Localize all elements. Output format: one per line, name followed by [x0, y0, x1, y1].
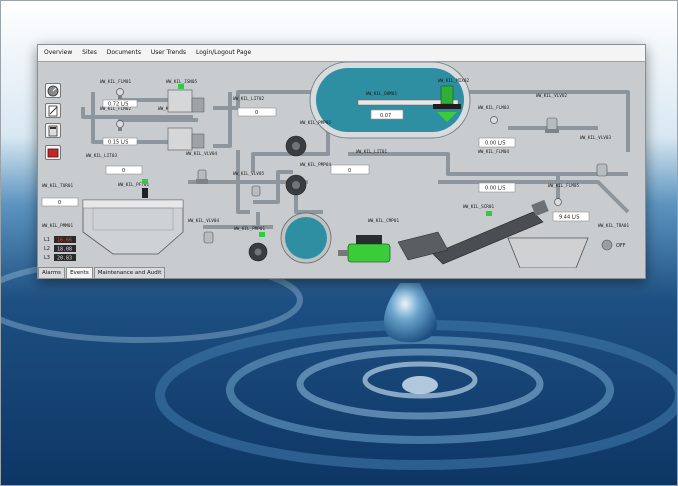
calculator-button[interactable] [45, 123, 61, 138]
menu-overview[interactable]: Overview [44, 49, 72, 56]
l3-label: L3 [44, 255, 50, 261]
lit01-value: 0 [348, 168, 351, 174]
l1-value: 16.66 [57, 238, 72, 244]
tag-flm05: WW_KIL_FLM05 [548, 183, 579, 189]
pump-pmp01[interactable] [248, 242, 268, 262]
pft01-sensor[interactable] [142, 188, 148, 198]
tag-lit01: WW_KIL_LIT01 [356, 149, 387, 155]
process-mimic: WW_KIL_FLM01 WW_KIL_ISN05 WW_KIL_LIT02 W… [41, 62, 630, 268]
pmp01-status-indicator [259, 232, 265, 237]
scada-window: Overview Sites Documents User Trends Log… [37, 44, 646, 279]
tag-pmp01: WW_KIL_PMP01 [234, 226, 265, 232]
gauge-button[interactable] [45, 83, 61, 98]
tag-scr01: WW_KIL_SCR01 [463, 204, 494, 210]
l1-label: L1 [44, 237, 50, 243]
valve-vlv04b[interactable] [203, 231, 214, 244]
transporter-toggle[interactable] [601, 239, 613, 251]
transporter-state: OFF [616, 243, 626, 249]
lit03-value: 0 [122, 168, 125, 174]
tag-lit02: WW_KIL_LIT02 [233, 96, 264, 102]
flowmeter-flm02[interactable] [116, 120, 124, 132]
tag-flm01: WW_KIL_FLM01 [100, 79, 131, 85]
tab-events[interactable]: Events [66, 267, 93, 278]
tag-dom01: WW_KIL_DOM01 [366, 91, 397, 97]
dom01-value: 0.07 [380, 113, 391, 119]
valve-vlv05[interactable] [251, 185, 261, 197]
bottom-tabs: Alarms Events Maintenance and Audit [38, 267, 166, 278]
flowmeter-flm03[interactable] [490, 116, 498, 124]
skip-container[interactable] [507, 237, 589, 268]
screen-isn02[interactable] [167, 127, 205, 151]
tab-maintenance-audit[interactable]: Maintenance and Audit [93, 267, 166, 278]
power-readouts: L1 16.66 L2 18.08 L3 20.83 [44, 236, 76, 262]
menu-user-trends[interactable]: User Trends [151, 49, 186, 56]
menu-login-logout[interactable]: Login/Logout Page [196, 49, 251, 56]
pump-pmp02[interactable] [285, 135, 307, 157]
calculator-icon [48, 125, 58, 137]
tag-tur01: WW_KIL_TUR01 [42, 183, 73, 189]
lit02-value: 0 [255, 110, 258, 116]
tag-cmp01: WW_KIL_CMP01 [368, 218, 399, 224]
edit-document-icon [48, 105, 58, 117]
flowmeter-flm05[interactable] [554, 198, 562, 206]
tur01-value: 0 [58, 200, 61, 206]
compactor-cmp01[interactable] [338, 235, 391, 263]
menu-sites[interactable]: Sites [82, 49, 97, 56]
red-folder-icon [47, 148, 59, 158]
tag-vlv05: WW_KIL_VLV05 [233, 171, 264, 177]
tag-flm03: WW_KIL_FLM03 [478, 105, 509, 111]
tab-alarms[interactable]: Alarms [38, 267, 66, 278]
flm02-value: 0.15 L/S [108, 140, 128, 146]
l2-value: 18.08 [57, 247, 72, 253]
menu-bar: Overview Sites Documents User Trends Log… [38, 45, 645, 62]
pump-pmp04[interactable] [285, 174, 307, 196]
red-folder-button[interactable] [45, 145, 61, 160]
valve-vlv02[interactable] [545, 117, 559, 133]
tag-pmp02: WW_KIL_PMP02 [300, 120, 331, 126]
l3-value: 20.83 [57, 256, 72, 262]
l2-label: L2 [44, 246, 50, 252]
tag-lit03: WW_KIL_LIT03 [86, 153, 117, 159]
tag-pmp04: WW_KIL_PMP04 [300, 162, 331, 168]
flm01-value: 0.72 L/S [108, 102, 128, 108]
tag-mix02: WW_KIL_MIX02 [438, 78, 469, 84]
tag-vlv04a: WW_KIL_VLV04 [186, 151, 217, 157]
flm05-value: 9.44 L/S [559, 215, 579, 221]
tag-vlv02: WW_KIL_VLV02 [536, 93, 567, 99]
tag-flm04: WW_KIL_FLM04 [478, 149, 509, 155]
edit-document-button[interactable] [45, 103, 61, 118]
flm04-value: 0.00 L/S [485, 186, 505, 192]
gauge-icon [47, 85, 59, 97]
tag-pmm01: WW_KIL_PMM01 [42, 223, 73, 229]
tag-tra01: WW_KIL_TRA01 [598, 223, 629, 229]
pft01-status-indicator [142, 179, 148, 184]
clarifier-tank[interactable] [82, 199, 184, 255]
flowmeter-flm01[interactable] [116, 88, 124, 100]
tag-vlv04b: WW_KIL_VLV04 [188, 218, 219, 224]
valve-vlv03[interactable] [596, 163, 608, 177]
valve-vlv04a[interactable] [196, 169, 208, 184]
round-tank[interactable] [280, 212, 332, 264]
menu-documents[interactable]: Documents [107, 49, 141, 56]
flm03-value: 0.00 L/S [485, 141, 505, 147]
screen-isn05[interactable] [167, 84, 205, 113]
tag-vlv03: WW_KIL_VLV03 [580, 135, 611, 141]
scr01-status-indicator [486, 211, 492, 216]
